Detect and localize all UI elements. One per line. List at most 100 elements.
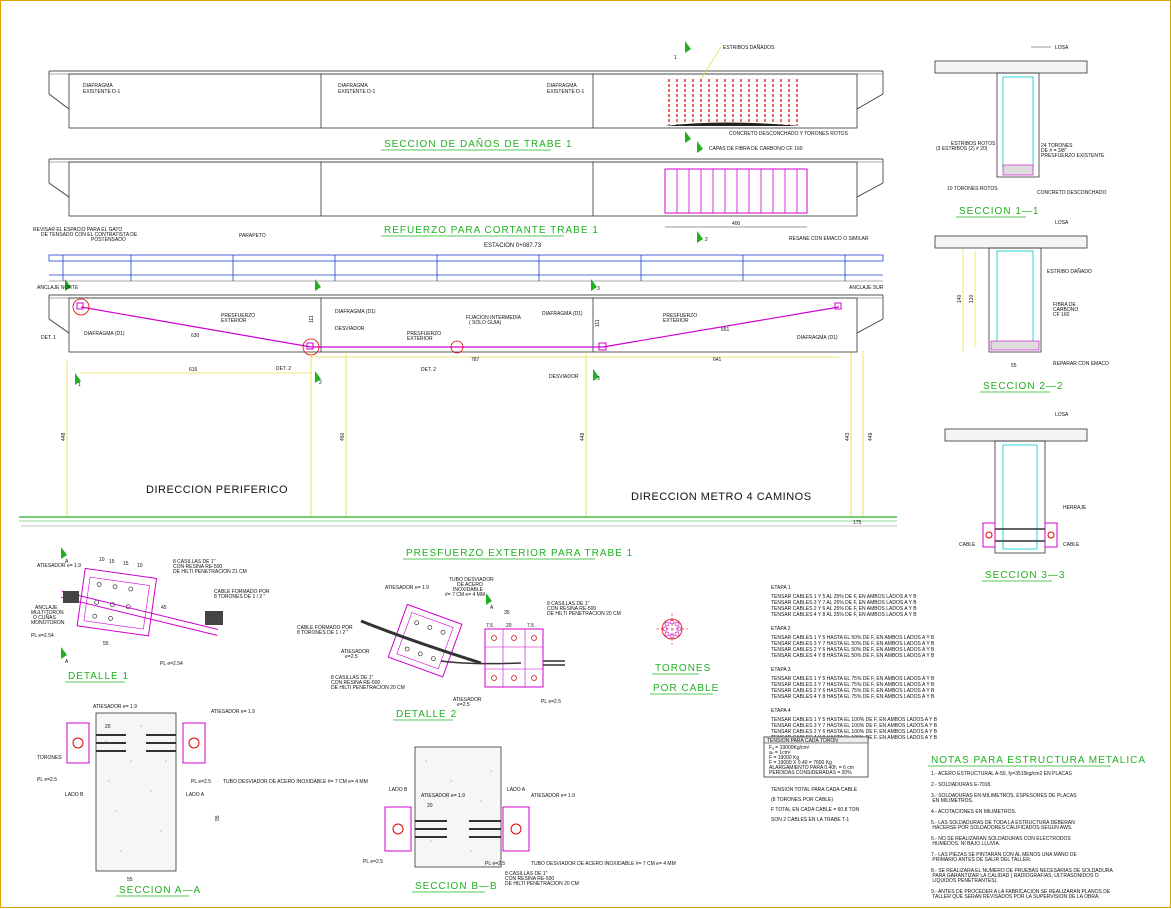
detail-2: PRESFUERZO EXTERIOR PARA TRABE 1 A ATIES… [297,548,633,721]
etapa-line: TENSAR CABLES 4 Y 8 HASTA EL 75% DE F, E… [771,694,935,700]
label-estribo-danado: ESTRIBO DAÑADO [1047,268,1092,275]
etapa-title: ETAPA 1 [771,585,791,591]
dim-651: 651 [721,327,730,333]
label-diafragma-d1-b: DIAFRAGMA (D1) [335,309,376,315]
tension-box: TENSION PARA CADA TORON Fₐ = 19000Kg/cm²… [763,736,869,823]
tension-total-line: F TOTAL EN CADA CABLE = 60.8 TON [771,807,860,813]
dim-448-a: 448 [61,432,67,441]
dim-aa-95: 95 [215,815,221,821]
label-tubo-bb: TUBO DESVIADOR DE ACERO INOXIDABLE #= 7 … [531,861,676,867]
dim-d2-75a: 7.5 [486,623,493,629]
label-det-2-a: DET. 2 [276,366,291,372]
title-refuerzo-cortante: REFUERZO PARA CORTANTE TRABE 1 [384,225,599,236]
label-cable-formado-d1: CABLE FORMADO POR 8 TORONES DE 1 / 2 " [214,589,270,600]
etapa-line: TENSAR CABLES 4 Y 8 AL 25% DE F, EN AMBO… [771,612,917,618]
title-presfuerzo-exterior: PRESFUERZO EXTERIOR PARA TRABE 1 [406,548,633,559]
label-cable-right: CABLE [1063,542,1080,548]
dim-448-b: 448 [580,432,586,441]
etapa-title: ETAPA 2 [771,626,791,632]
dim-175: 175 [853,520,862,526]
label-atiesador-bb-2: ATIESADOR e= 1.9 [531,793,575,799]
dim-400: 400 [732,221,741,227]
mark-3-a: 3 [597,286,600,292]
dim-d1-10a: 10 [99,557,105,563]
note-item: 6.- NO SE REALIZARAN SOLDADURAS CON ELEC… [931,836,1071,847]
dim-aa-55: 55 [127,877,133,883]
label-atiesador-25-b: ATIESADOR e=2.5 [453,697,482,708]
drawing-sheet: 1 ESTRIBOS DAÑADOS DIAFRAGMA EXISTENTE D-… [0,0,1171,908]
mark-3-b: 3 [597,376,600,382]
title-seccion-a-a: SECCION A—A [119,885,201,896]
label-herraje: HERRAJE [1063,505,1087,511]
label-reparar: REPARAR CON EMACO [1053,361,1109,367]
title-detalle-1: DETALLE 1 [68,671,129,682]
label-tubo-aa: TUBO DESVIADOR DE ACERO INOXIDABLE #= 7 … [223,779,368,785]
label-fibra-carbono: FIBRA DE CARBONO CF 160 [1053,302,1078,318]
mark-2-lower: 2 [705,237,708,243]
label-atiesador-d2: ATIESADOR e= 1.9 [385,585,429,591]
label-pl-aa-1: PL e=2.5 [37,777,57,783]
label-torones-aa: TORONES [37,755,62,761]
label-diafragma-2: DIAFRAGMA EXISTENTE D-1 [338,83,375,95]
note-item: 4.- ACOTACIONES EN MILIMETROS. [931,809,1016,815]
label-cable-formado-d2: CABLE FORMADO POR 8 TORONES DE 1 / 2 " [297,625,353,636]
label-direccion-metro: DIRECCION METRO 4 CAMINOS [631,491,812,503]
dim-140: 140 [957,294,963,303]
label-varillas-d1: 8 CASILLAS DE 1" CON RESINA RE-500 DE HILT… [173,559,247,575]
label-atiesador-aa-2: ATIESADOR e= 1.9 [211,709,255,715]
tension-box-title: TENSION PARA CADA TORON [767,738,838,744]
title-seccion-2-2: SECCION 2—2 [983,381,1063,392]
section-2-2: LOSA 140 120 55 ESTRIBO DAÑADO FIBRA DE C… [934,220,1109,393]
dim-111-b: 111 [595,319,601,327]
label-diafragma-1: DIAFRAGMA EXISTENTE D-1 [83,83,120,95]
title-detalle-2: DETALLE 2 [396,709,457,720]
label-pl-25-d2: PL e=2.5 [541,699,561,705]
dim-d1-15a: 15 [109,559,115,565]
title-seccion-3-3: SECCION 3—3 [985,570,1065,581]
label-estribos-rotos: ESTRIBOS ROTOS (3 ESTRIBOS (2) # 20) [936,141,996,152]
note-item: 3.- SOLDADURAS EN MILIMETROS, ESPESORES … [931,793,1077,804]
label-desviador-2: DESVIADOR [549,374,579,380]
dim-d1-10b: 10 [137,563,143,569]
dim-d1-55: 55 [103,641,109,647]
note-item: 1.- ACERO ESTRUCTURAL A-50, fy=3515kg/cm… [931,771,1073,777]
elevation-damage: 1 ESTRIBOS DAÑADOS DIAFRAGMA EXISTENTE D-… [48,41,884,151]
label-revisar: REVISAR EL ESPACIO PARA EL GATO DE TENSAD… [33,227,138,243]
label-atiesador-25-a: ATIESADOR e=2.5 [341,649,370,660]
label-atiesador-d1: ATIESADOR e= 1.9 [37,563,81,569]
title-torones: TORONES [655,663,711,674]
label-lado-a-aa: LADO A [186,792,205,798]
title-seccion-1-1: SECCION 1—1 [959,206,1039,217]
label-anclaje-multitoron: ANCLAJE MULTITORON O CUÑAS MONOTORON [31,605,65,626]
section-3-3: LOSA HERRAJE CABLE CABLE SECCION 3—3 [944,412,1088,582]
tension-total-line: SON 2 CABLES EN LA TRABE T-1 [771,817,849,823]
label-cable-left: CABLE [959,542,976,548]
label-anclaje-norte: ANCLAJE NORTE [37,285,79,291]
label-pl-bb-1: PL e=2.5 [363,859,383,865]
label-varillas-bb: 8 CASILLAS DE 1" CON RESINA RE-500 DE HILT… [505,871,579,887]
label-pl-254-b: PL e=2.54 [160,661,183,667]
label-desviador-1: DESVIADOR [335,326,365,332]
label-estacion: ESTACION 0+087.73 [484,243,542,249]
mark-2-a: 2 [319,380,322,386]
dim-d1-15b: 15 [123,561,129,567]
label-lado-b-bb: LADO B [389,787,408,793]
label-fijacion: FIJACION INTERMEDIA( SOLO GUIA) [466,315,522,326]
label-torones-rotos: 10 TORONES ROTOS [947,186,998,192]
label-presfuerzo-ext-2: PRESFUERZO EXTERIOR [407,331,441,342]
section-b-b: ATIESADOR e= 1.9 ATIESADOR e= 1.9 LADO B… [363,746,676,893]
title-por-cable: POR CABLE [653,683,719,694]
dim-55: 55 [1011,363,1017,369]
notes-structural-steel: NOTAS PARA ESTRUCTURA METALICA 1.- ACERO… [928,755,1145,900]
dim-787: 787 [471,357,480,363]
label-diafragma-3: DIAFRAGMA EXISTENTE D-1 [547,83,584,95]
label-diafragma-d1-c: DIAFRAGMA (D1) [542,311,583,317]
mark-a-3: A [490,605,494,611]
label-pl-bb-2: PL e=2.5 [485,861,505,867]
dim-630: 630 [191,333,200,339]
mark-1-a: 1 [78,382,81,388]
note-item: 8.- SE REALIZARA EL NUMERO DE PRUEBAS NE… [931,868,1113,884]
label-det-1: DET. 1 [41,335,56,341]
detail-1: A A ATIESADOR e= 1.9 8 CASILLAS DE 1" CON… [31,547,270,683]
label-diafragma-d1-a: DIAFRAGMA (D1) [84,331,125,337]
